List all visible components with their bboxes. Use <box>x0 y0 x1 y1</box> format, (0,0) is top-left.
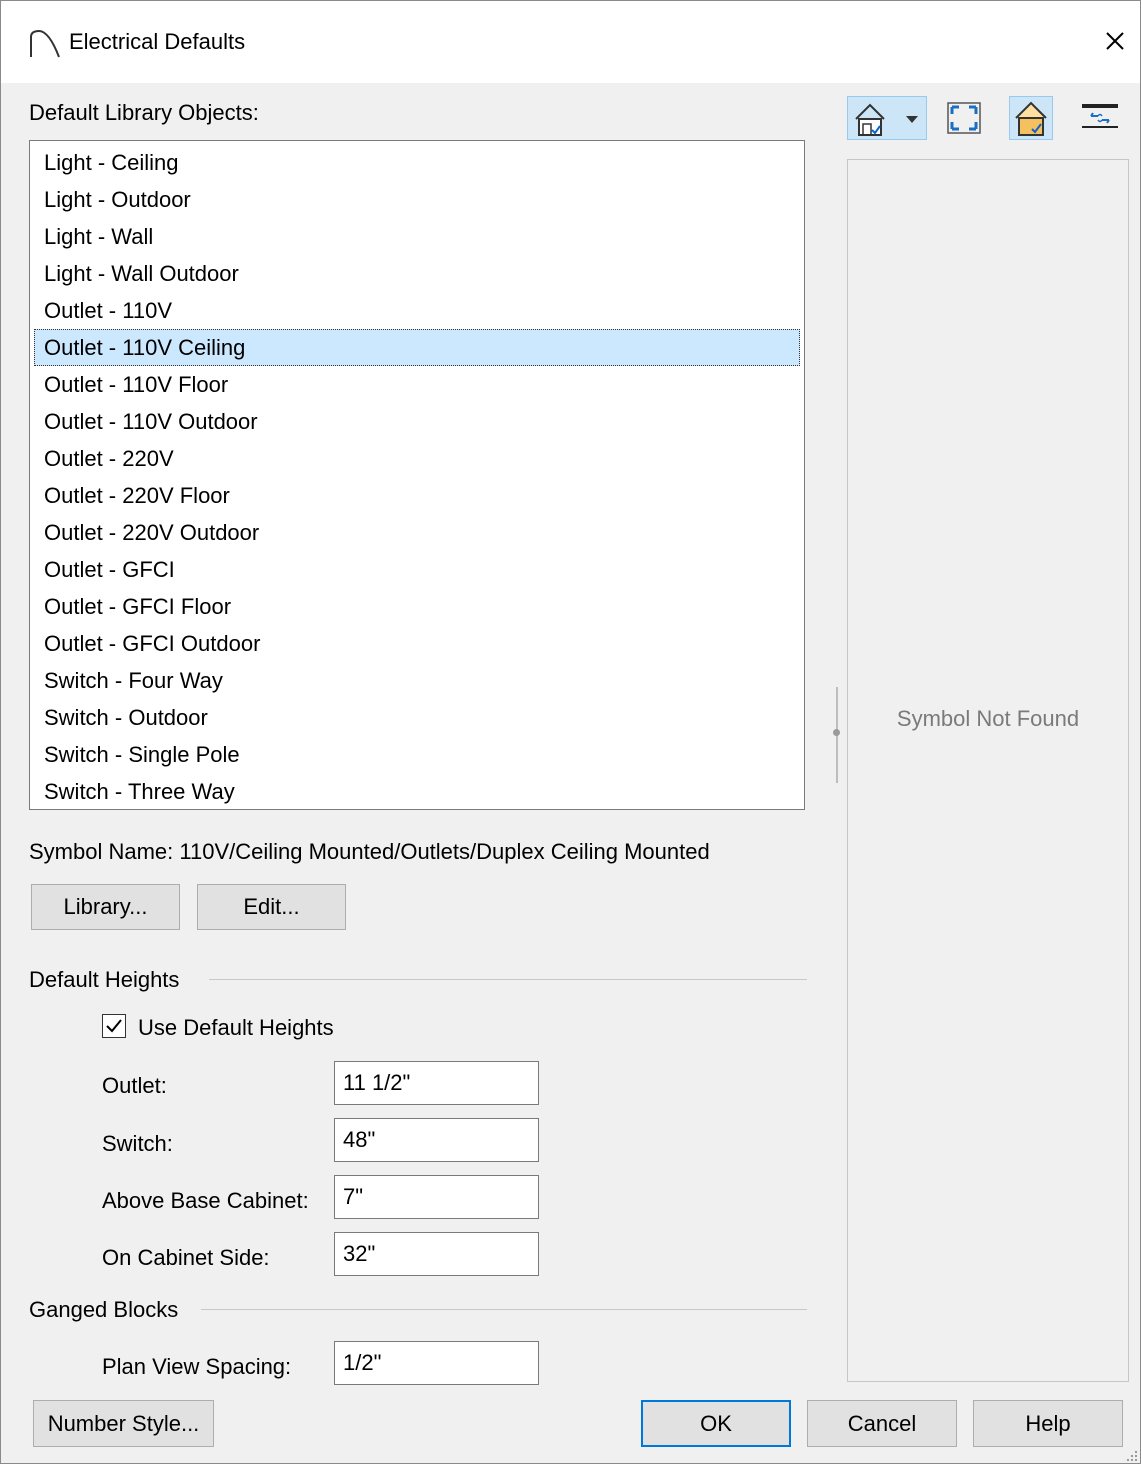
list-item[interactable]: Outlet - 110V Ceiling <box>34 329 800 366</box>
fill-window-button[interactable] <box>942 96 986 140</box>
show-in-room-button[interactable] <box>1009 96 1053 140</box>
default-heights-divider <box>209 979 807 980</box>
list-item[interactable]: Light - Wall Outdoor <box>34 255 800 292</box>
use-default-heights-label: Use Default Heights <box>138 1015 334 1040</box>
list-item[interactable]: Outlet - 110V <box>34 292 800 329</box>
resize-grip-icon[interactable] <box>1125 1449 1139 1463</box>
fill-window-icon <box>947 102 981 134</box>
list-item[interactable]: Switch - Four Way <box>34 662 800 699</box>
list-item[interactable]: Light - Ceiling <box>34 144 800 181</box>
default-heights-heading: Default Heights <box>29 967 180 992</box>
plan-view-spacing-label: Plan View Spacing: <box>102 1354 292 1379</box>
splitter-handle[interactable] <box>833 729 840 736</box>
app-arch-icon <box>30 29 60 58</box>
switch-label: Switch: <box>102 1131 173 1156</box>
list-item[interactable]: Switch - Single Pole <box>34 736 800 773</box>
view-options-icon <box>855 103 918 136</box>
plan-view-spacing-field[interactable]: 1/2" <box>334 1341 539 1385</box>
library-button[interactable]: Library... <box>31 884 180 930</box>
cancel-button[interactable]: Cancel <box>807 1400 957 1447</box>
list-item[interactable]: Outlet - 110V Floor <box>34 366 800 403</box>
view-options-dropdown[interactable] <box>847 96 927 140</box>
checkmark-icon <box>106 1019 122 1033</box>
help-button[interactable]: Help <box>973 1400 1123 1447</box>
ganged-blocks-divider <box>201 1309 807 1310</box>
electrical-defaults-dialog: Electrical Defaults Default Library Obje… <box>0 0 1141 1464</box>
show-in-room-icon <box>1015 101 1047 136</box>
list-item[interactable]: Outlet - GFCI <box>34 551 800 588</box>
list-item[interactable]: Outlet - GFCI Floor <box>34 588 800 625</box>
list-item[interactable]: Switch - Outdoor <box>34 699 800 736</box>
outlet-label: Outlet: <box>102 1073 167 1098</box>
use-default-heights-checkbox[interactable] <box>102 1014 126 1038</box>
preview-message: Symbol Not Found <box>896 706 1080 731</box>
rotate-plan-icon <box>1082 104 1118 128</box>
list-item[interactable]: Outlet - GFCI Outdoor <box>34 625 800 662</box>
symbol-name-text: Symbol Name: 110V/Ceiling Mounted/Outlet… <box>29 839 710 864</box>
rotate-plan-button[interactable] <box>1078 96 1122 140</box>
on-cabinet-side-field[interactable]: 32" <box>334 1232 539 1276</box>
dialog-title: Electrical Defaults <box>69 29 246 54</box>
list-item[interactable]: Light - Wall <box>34 218 800 255</box>
title-bar: Electrical Defaults <box>1 1 1140 83</box>
ganged-blocks-heading: Ganged Blocks <box>29 1297 179 1322</box>
above-base-cabinet-field[interactable]: 7" <box>334 1175 539 1219</box>
above-base-cabinet-label: Above Base Cabinet: <box>102 1188 309 1213</box>
switch-height-field[interactable]: 48" <box>334 1118 539 1162</box>
on-cabinet-side-label: On Cabinet Side: <box>102 1245 270 1270</box>
list-item[interactable]: Outlet - 220V Outdoor <box>34 514 800 551</box>
list-item[interactable]: Outlet - 220V Floor <box>34 477 800 514</box>
list-item[interactable]: Outlet - 110V Outdoor <box>34 403 800 440</box>
edit-button[interactable]: Edit... <box>197 884 346 930</box>
close-icon[interactable] <box>1097 23 1133 59</box>
ok-button[interactable]: OK <box>641 1400 791 1447</box>
symbol-preview-pane: Symbol Not Found <box>847 159 1129 1382</box>
library-heading: Default Library Objects: <box>29 100 259 125</box>
list-item[interactable]: Outlet - 220V <box>34 440 800 477</box>
library-object-list[interactable]: Light - Ceiling Light - Outdoor Light - Wa… <box>29 140 805 810</box>
number-style-button[interactable]: Number Style... <box>33 1400 214 1447</box>
list-item[interactable]: Light - Outdoor <box>34 181 800 218</box>
outlet-height-field[interactable]: 11 1/2" <box>334 1061 539 1105</box>
list-item[interactable]: Switch - Three Way <box>34 773 800 810</box>
